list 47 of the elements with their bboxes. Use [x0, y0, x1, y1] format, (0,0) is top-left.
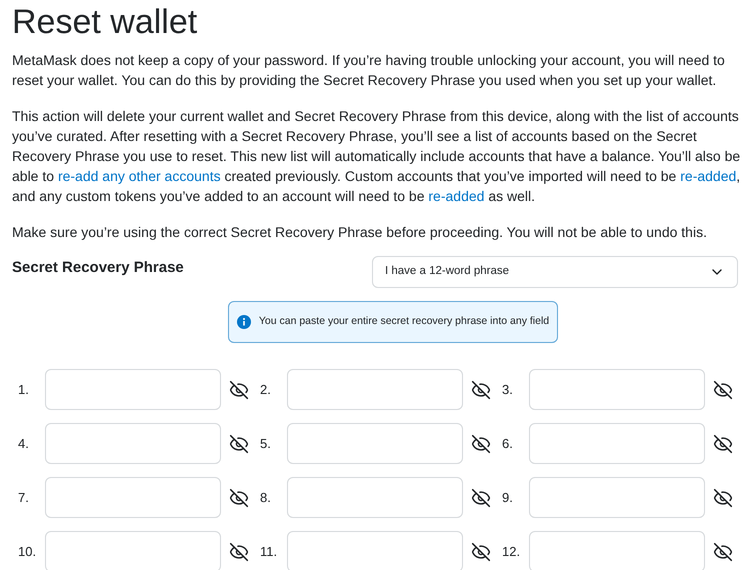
word-number: 1. — [17, 380, 30, 399]
word-input-field[interactable] — [529, 477, 705, 518]
page-title: Reset wallet — [12, 2, 198, 42]
word-input-field[interactable] — [45, 423, 221, 464]
info-icon — [236, 315, 251, 329]
word-input-field[interactable] — [287, 423, 463, 464]
word-number: 6. — [501, 434, 514, 453]
word-input-field[interactable] — [529, 423, 705, 464]
word-input-field[interactable] — [287, 369, 463, 410]
eye-off-icon[interactable] — [229, 488, 249, 508]
phrase-length-select[interactable]: I have a 12-word phrase — [372, 256, 738, 288]
word-number: 2. — [259, 380, 272, 399]
word-input-field[interactable] — [45, 369, 221, 410]
word-number: 12. — [501, 542, 522, 561]
body-paragraph: Make sure you’re using the correct Secret Recovery Phrase before proceeding. You will not be able to undo this. — [12, 223, 708, 242]
word-number: 11. — [259, 542, 278, 561]
word-input-field[interactable] — [287, 531, 463, 570]
eye-off-icon[interactable] — [713, 380, 733, 400]
eye-off-icon[interactable] — [713, 542, 733, 562]
body-paragraph: This action will delete your current wallet and Secret Recovery Phrase from this device, along with the list of accounts you’ve curated. After resetting with a Secret Recovery Phrase, you’ll see a list of accounts based on the Secret Recovery Phrase you use to reset. This new list will automatically include accounts that have a balance. You’ll also be able to re-add any other accounts created previously. Custom accounts that you’ve imported will need to be re-added, and any custom tokens you’ve added to an account will need to be re-added as well. — [12, 107, 742, 206]
eye-off-icon[interactable] — [713, 434, 733, 454]
eye-off-icon[interactable] — [713, 488, 733, 508]
word-number: 9. — [501, 488, 514, 507]
word-input-field[interactable] — [529, 369, 705, 410]
word-input-field[interactable] — [529, 531, 705, 570]
word-number: 7. — [17, 488, 30, 507]
info-text: You can paste your entire secret recovery phrase into any field — [258, 314, 550, 330]
text-link[interactable]: re-added — [680, 168, 736, 184]
eye-off-icon[interactable] — [471, 434, 491, 454]
word-number: 10. — [17, 542, 38, 561]
eye-off-icon[interactable] — [229, 434, 249, 454]
text-link[interactable]: re-add any other accounts — [58, 168, 221, 184]
word-input-field[interactable] — [45, 477, 221, 518]
word-number: 8. — [259, 488, 272, 507]
word-number: 4. — [17, 434, 30, 453]
text-link[interactable]: re-added — [428, 188, 484, 204]
word-input-field[interactable] — [287, 477, 463, 518]
word-input-field[interactable] — [45, 531, 221, 570]
section-label: Secret Recovery Phrase — [12, 258, 184, 278]
eye-off-icon[interactable] — [471, 488, 491, 508]
eye-off-icon[interactable] — [229, 380, 249, 400]
eye-off-icon[interactable] — [471, 380, 491, 400]
eye-off-icon[interactable] — [471, 542, 491, 562]
eye-off-icon[interactable] — [229, 542, 249, 562]
word-number: 3. — [501, 380, 514, 399]
word-number: 5. — [259, 434, 272, 453]
body-paragraph: MetaMask does not keep a copy of your password. If you’re having trouble unlocking your account, you will need to reset your wallet. You can do this by providing the Secret Recovery Phrase you used when you set up your wallet. — [12, 51, 726, 90]
